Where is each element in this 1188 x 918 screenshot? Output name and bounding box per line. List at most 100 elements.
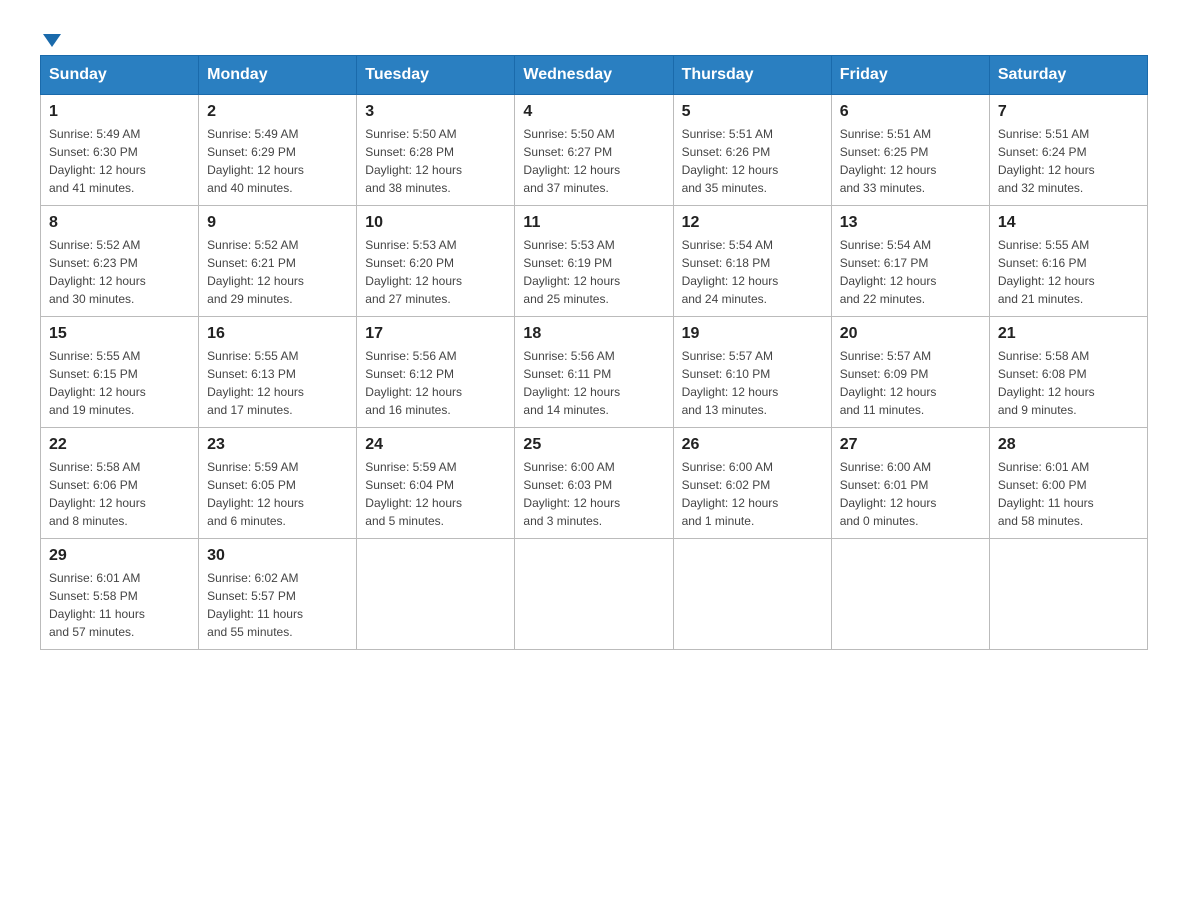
day-number: 3 [365, 103, 506, 121]
day-number: 9 [207, 214, 348, 232]
day-info: Sunrise: 5:58 AMSunset: 6:08 PMDaylight:… [998, 347, 1139, 419]
calendar-cell: 19 Sunrise: 5:57 AMSunset: 6:10 PMDayligh… [673, 317, 831, 428]
day-number: 30 [207, 547, 348, 565]
weekday-header-saturday: Saturday [989, 56, 1147, 95]
weekday-header-friday: Friday [831, 56, 989, 95]
weekday-header-sunday: Sunday [41, 56, 199, 95]
day-info: Sunrise: 5:55 AMSunset: 6:13 PMDaylight:… [207, 347, 348, 419]
day-info: Sunrise: 5:57 AMSunset: 6:10 PMDaylight:… [682, 347, 823, 419]
calendar-cell: 14 Sunrise: 5:55 AMSunset: 6:16 PMDayligh… [989, 206, 1147, 317]
day-number: 1 [49, 103, 190, 121]
day-number: 19 [682, 325, 823, 343]
day-info: Sunrise: 5:52 AMSunset: 6:23 PMDaylight:… [49, 236, 190, 308]
calendar-cell: 11 Sunrise: 5:53 AMSunset: 6:19 PMDayligh… [515, 206, 673, 317]
page-header [40, 30, 1148, 35]
calendar-cell: 26Sunrise: 6:00 AMSunset: 6:02 PMDayligh… [673, 428, 831, 539]
calendar-cell: 24 Sunrise: 5:59 AMSunset: 6:04 PMDayligh… [357, 428, 515, 539]
calendar-cell [831, 539, 989, 650]
day-number: 16 [207, 325, 348, 343]
day-number: 4 [523, 103, 664, 121]
calendar-header-row: SundayMondayTuesdayWednesdayThursdayFrid… [41, 56, 1148, 95]
day-number: 12 [682, 214, 823, 232]
calendar-cell: 13 Sunrise: 5:54 AMSunset: 6:17 PMDayligh… [831, 206, 989, 317]
day-number: 13 [840, 214, 981, 232]
calendar-cell: 29 Sunrise: 6:01 AMSunset: 5:58 PMDayligh… [41, 539, 199, 650]
calendar-cell: 23Sunrise: 5:59 AMSunset: 6:05 PMDayligh… [199, 428, 357, 539]
calendar-cell: 6Sunrise: 5:51 AMSunset: 6:25 PMDaylight… [831, 95, 989, 206]
day-number: 28 [998, 436, 1139, 454]
weekday-header-tuesday: Tuesday [357, 56, 515, 95]
calendar-cell: 16 Sunrise: 5:55 AMSunset: 6:13 PMDayligh… [199, 317, 357, 428]
day-info: Sunrise: 5:53 AMSunset: 6:20 PMDaylight:… [365, 236, 506, 308]
calendar-cell: 25 Sunrise: 6:00 AMSunset: 6:03 PMDayligh… [515, 428, 673, 539]
calendar-cell [673, 539, 831, 650]
calendar-week-1: 1 Sunrise: 5:49 AMSunset: 6:30 PMDaylight… [41, 95, 1148, 206]
day-number: 27 [840, 436, 981, 454]
calendar-cell: 18Sunrise: 5:56 AMSunset: 6:11 PMDayligh… [515, 317, 673, 428]
day-info: Sunrise: 6:01 AMSunset: 5:58 PMDaylight:… [49, 569, 190, 641]
day-info: Sunrise: 5:49 AMSunset: 6:30 PMDaylight:… [49, 125, 190, 197]
day-info: Sunrise: 5:52 AMSunset: 6:21 PMDaylight:… [207, 236, 348, 308]
day-info: Sunrise: 5:53 AMSunset: 6:19 PMDaylight:… [523, 236, 664, 308]
day-number: 22 [49, 436, 190, 454]
day-number: 17 [365, 325, 506, 343]
day-number: 20 [840, 325, 981, 343]
day-info: Sunrise: 5:50 AMSunset: 6:28 PMDaylight:… [365, 125, 506, 197]
calendar-week-5: 29 Sunrise: 6:01 AMSunset: 5:58 PMDayligh… [41, 539, 1148, 650]
day-number: 24 [365, 436, 506, 454]
day-info: Sunrise: 5:51 AMSunset: 6:26 PMDaylight:… [682, 125, 823, 197]
day-info: Sunrise: 5:55 AMSunset: 6:15 PMDaylight:… [49, 347, 190, 419]
logo-image [40, 30, 62, 43]
logo-triangle-icon [43, 34, 61, 47]
calendar-cell: 27 Sunrise: 6:00 AMSunset: 6:01 PMDayligh… [831, 428, 989, 539]
weekday-header-thursday: Thursday [673, 56, 831, 95]
day-info: Sunrise: 5:55 AMSunset: 6:16 PMDaylight:… [998, 236, 1139, 308]
day-info: Sunrise: 5:54 AMSunset: 6:17 PMDaylight:… [840, 236, 981, 308]
calendar-cell: 8 Sunrise: 5:52 AMSunset: 6:23 PMDaylight… [41, 206, 199, 317]
day-info: Sunrise: 5:56 AMSunset: 6:12 PMDaylight:… [365, 347, 506, 419]
day-number: 7 [998, 103, 1139, 121]
day-number: 5 [682, 103, 823, 121]
day-info: Sunrise: 5:54 AMSunset: 6:18 PMDaylight:… [682, 236, 823, 308]
day-info: Sunrise: 5:57 AMSunset: 6:09 PMDaylight:… [840, 347, 981, 419]
calendar-cell: 21 Sunrise: 5:58 AMSunset: 6:08 PMDayligh… [989, 317, 1147, 428]
day-number: 8 [49, 214, 190, 232]
calendar-cell [357, 539, 515, 650]
day-number: 14 [998, 214, 1139, 232]
day-info: Sunrise: 5:49 AMSunset: 6:29 PMDaylight:… [207, 125, 348, 197]
calendar-week-4: 22 Sunrise: 5:58 AMSunset: 6:06 PMDayligh… [41, 428, 1148, 539]
calendar-cell: 4Sunrise: 5:50 AMSunset: 6:27 PMDaylight… [515, 95, 673, 206]
day-number: 15 [49, 325, 190, 343]
logo [40, 30, 62, 35]
calendar-cell: 22 Sunrise: 5:58 AMSunset: 6:06 PMDayligh… [41, 428, 199, 539]
day-number: 26 [682, 436, 823, 454]
day-info: Sunrise: 6:02 AMSunset: 5:57 PMDaylight:… [207, 569, 348, 641]
calendar-cell: 10 Sunrise: 5:53 AMSunset: 6:20 PMDayligh… [357, 206, 515, 317]
day-number: 10 [365, 214, 506, 232]
day-info: Sunrise: 5:59 AMSunset: 6:04 PMDaylight:… [365, 458, 506, 530]
calendar-cell: 3 Sunrise: 5:50 AMSunset: 6:28 PMDaylight… [357, 95, 515, 206]
day-number: 2 [207, 103, 348, 121]
calendar-week-3: 15 Sunrise: 5:55 AMSunset: 6:15 PMDayligh… [41, 317, 1148, 428]
weekday-header-monday: Monday [199, 56, 357, 95]
calendar-cell: 5 Sunrise: 5:51 AMSunset: 6:26 PMDaylight… [673, 95, 831, 206]
calendar-cell: 28 Sunrise: 6:01 AMSunset: 6:00 PMDayligh… [989, 428, 1147, 539]
day-number: 23 [207, 436, 348, 454]
day-number: 18 [523, 325, 664, 343]
calendar-cell: 7 Sunrise: 5:51 AMSunset: 6:24 PMDaylight… [989, 95, 1147, 206]
day-info: Sunrise: 5:51 AMSunset: 6:24 PMDaylight:… [998, 125, 1139, 197]
calendar-cell: 1 Sunrise: 5:49 AMSunset: 6:30 PMDaylight… [41, 95, 199, 206]
day-number: 6 [840, 103, 981, 121]
day-info: Sunrise: 6:01 AMSunset: 6:00 PMDaylight:… [998, 458, 1139, 530]
day-number: 25 [523, 436, 664, 454]
day-info: Sunrise: 5:58 AMSunset: 6:06 PMDaylight:… [49, 458, 190, 530]
calendar-cell: 20 Sunrise: 5:57 AMSunset: 6:09 PMDayligh… [831, 317, 989, 428]
day-number: 29 [49, 547, 190, 565]
calendar-cell: 30 Sunrise: 6:02 AMSunset: 5:57 PMDayligh… [199, 539, 357, 650]
day-number: 11 [523, 214, 664, 232]
calendar-cell [515, 539, 673, 650]
day-info: Sunrise: 6:00 AMSunset: 6:01 PMDaylight:… [840, 458, 981, 530]
calendar-week-2: 8 Sunrise: 5:52 AMSunset: 6:23 PMDaylight… [41, 206, 1148, 317]
day-number: 21 [998, 325, 1139, 343]
day-info: Sunrise: 6:00 AMSunset: 6:03 PMDaylight:… [523, 458, 664, 530]
